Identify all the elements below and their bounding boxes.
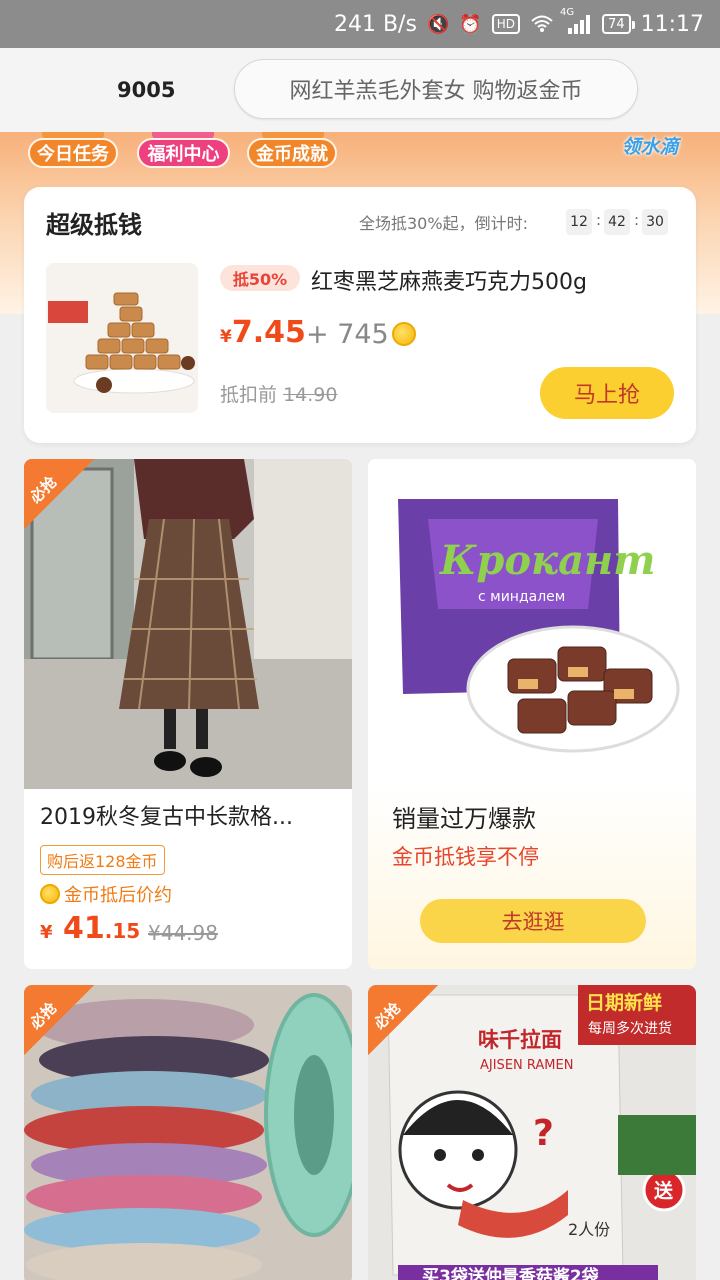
coin-price-line: 金币抵后价约 (40, 881, 172, 907)
must-grab-badge: 必抢 (24, 459, 94, 529)
promo-title: 销量过万爆款 (392, 805, 536, 833)
original-price-value: 14.90 (283, 384, 338, 406)
countdown-separator: : (596, 211, 602, 229)
currency-symbol: ¥ (40, 922, 53, 943)
must-grab-badge: 必抢 (24, 985, 94, 1055)
search-input[interactable]: 网红羊羔毛外套女 购物返金币 (234, 59, 638, 119)
super-deal-price: ¥7.45 (220, 315, 306, 350)
coin-icon (40, 884, 60, 904)
svg-text:?: ? (533, 1113, 554, 1154)
discount-tag: 抵50% (220, 265, 300, 291)
original-price-label: 抵扣前 (220, 384, 278, 406)
original-price: 抵扣前 14.90 (220, 380, 337, 407)
servings-label: 2人份 (568, 1220, 610, 1239)
brand-name: 味千拉面 (478, 1028, 562, 1052)
mute-icon: 🔇 (426, 13, 450, 35)
product-price: ¥ 41.15 (40, 911, 140, 946)
coin-balance[interactable]: 9005 (117, 78, 175, 102)
super-deal-product-image[interactable] (46, 263, 198, 413)
super-deal-coins: + 745 (306, 319, 389, 350)
must-grab-badge: 必抢 (368, 985, 438, 1055)
must-grab-label: 必抢 (26, 998, 61, 1033)
alarm-icon: ⏰ (459, 13, 482, 35)
brand-name-en: AJISEN RAMEN (480, 1058, 573, 1073)
network-speed: 241 B/s (333, 11, 417, 37)
product-card[interactable]: 日期新鲜 每周多次进货 味千拉面 AJISEN RAMEN ? 2人份 送 买3… (368, 985, 696, 1280)
status-bar: 241 B/s 🔇 ⏰ HD 4G 74 11:17 (0, 0, 720, 48)
super-deal-card[interactable]: 超级抵钱 全场抵30%起，倒计时: 12 : 42 : 30 抵50% 红枣黑芝… (24, 187, 696, 443)
product-card[interactable]: 必抢 (24, 985, 352, 1280)
promo-brand-text: Крокант (439, 537, 656, 584)
browse-button[interactable]: 去逛逛 (420, 899, 646, 943)
network-type: 4G (560, 7, 575, 18)
signal-icon: 4G (560, 7, 592, 35)
buy-now-button[interactable]: 马上抢 (540, 367, 674, 419)
countdown-hours: 12 (566, 209, 592, 235)
countdown-minutes: 42 (604, 209, 630, 235)
battery-icon: 74 (602, 14, 635, 34)
coin-achievement-label: 金币成就 (256, 144, 328, 165)
price-value: 7.45 (231, 315, 306, 350)
wifi-icon (530, 14, 554, 34)
promo-brand-subtext: с миндалем (478, 589, 565, 605)
welfare-center-label: 福利中心 (147, 144, 220, 165)
hd-icon: HD (491, 14, 521, 34)
currency-symbol: ¥ (220, 327, 232, 347)
super-deal-subtitle: 全场抵30%起，倒计时: (359, 214, 528, 233)
countdown-seconds: 30 (642, 209, 668, 235)
daily-task-button[interactable]: 今日任务 (28, 138, 118, 168)
promo-strip: 买3袋送仲景香菇酱2袋 (422, 1266, 600, 1280)
restock-label: 每周多次进货 (588, 1020, 672, 1037)
freshness-label: 日期新鲜 (586, 991, 662, 1014)
product-card[interactable]: 必抢 2019秋冬复古中长款格... 购后返128金币 金币抵后价约 ¥ 41.… (24, 459, 352, 969)
search-placeholder: 网红羊羔毛外套女 购物返金币 (289, 79, 583, 104)
clock: 11:17 (640, 11, 704, 37)
daily-task-label: 今日任务 (37, 144, 109, 165)
super-deal-title: 超级抵钱 (46, 211, 142, 239)
welfare-center-button[interactable]: 福利中心 (137, 138, 230, 168)
coin-price-label: 金币抵后价约 (64, 885, 172, 906)
coin-icon (392, 322, 416, 346)
must-grab-label: 必抢 (370, 998, 405, 1033)
cashback-tag: 购后返128金币 (40, 845, 165, 875)
countdown-separator: : (634, 211, 640, 229)
promo-image[interactable]: Крокант с миндалем (368, 459, 696, 789)
price-decimal: .15 (104, 919, 141, 943)
promo-card[interactable]: Крокант с миндалем 销量过万爆款 金币抵钱享不停 去逛逛 (368, 459, 696, 969)
price-integer: 41 (62, 911, 105, 946)
must-grab-label: 必抢 (26, 472, 61, 507)
super-deal-product-name[interactable]: 红枣黑芝麻燕麦巧克力500g (311, 264, 587, 296)
coin-achievement-button[interactable]: 金币成就 (247, 138, 337, 168)
battery-level: 74 (608, 16, 625, 32)
product-title[interactable]: 2019秋冬复古中长款格... (40, 799, 293, 831)
promo-subtitle: 金币抵钱享不停 (392, 845, 539, 869)
collect-water-button[interactable]: 领水滴 (612, 132, 688, 158)
product-old-price: ¥44.98 (148, 921, 218, 945)
gift-badge: 送 (654, 1179, 674, 1202)
